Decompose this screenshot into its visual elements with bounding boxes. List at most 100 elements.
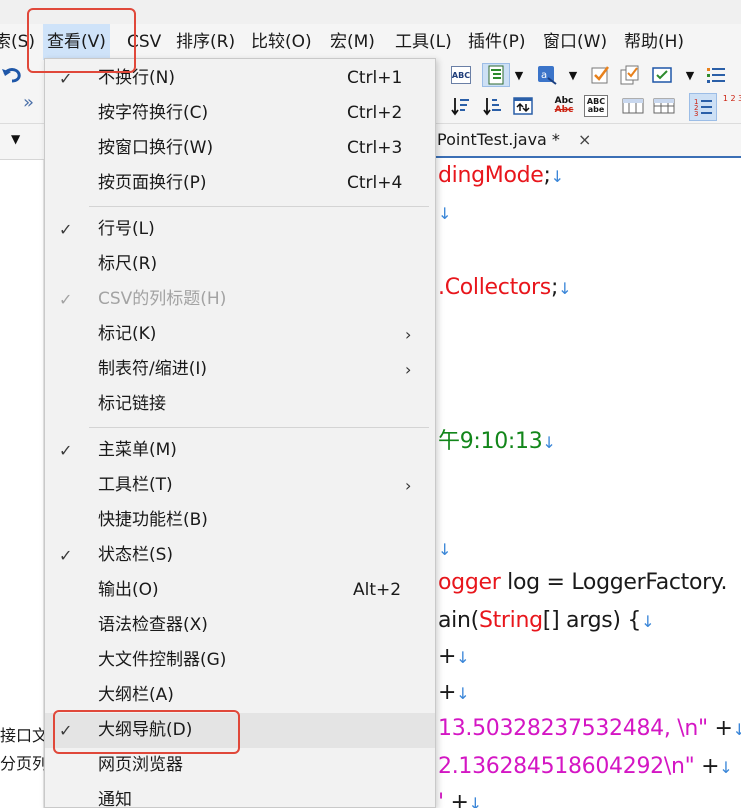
newline-marker-icon: ↓ <box>456 648 470 667</box>
svg-text:3: 3 <box>694 110 698 118</box>
menu-item-ruler[interactable]: 标尺(R) <box>45 247 435 282</box>
left-panel-item-1[interactable]: 接口文 <box>0 722 48 746</box>
menu-item-outline-bar[interactable]: 大纲栏(A) <box>45 678 435 713</box>
check-icon: ✓ <box>59 546 73 565</box>
code-line-14: +↓ <box>438 644 470 669</box>
menu-window[interactable]: 窗口(W) <box>539 24 611 60</box>
menu-item-status-bar[interactable]: ✓ 状态栏(S) <box>45 538 435 573</box>
chevron-down-icon[interactable]: ▼ <box>513 63 525 87</box>
code-line-4: .Collectors;↓ <box>438 275 572 300</box>
menu-item-label: 制表符/缩进(I) <box>98 359 208 379</box>
code-line-1: dingMode;↓ <box>438 163 564 188</box>
menu-item-toolbar[interactable]: 工具栏(T) › <box>45 468 435 503</box>
newline-marker-icon: ↓ <box>468 794 482 808</box>
chevron-down-icon[interactable]: ▼ <box>684 63 696 87</box>
tab-pointtest[interactable]: PointTest.java * <box>436 124 560 156</box>
menu-item-label: 标记(K) <box>98 324 157 344</box>
menu-item-large-file-controller[interactable]: 大文件控制器(G) <box>45 643 435 678</box>
check-icon[interactable] <box>650 63 674 87</box>
menu-item-main-menu[interactable]: ✓ 主菜单(M) <box>45 433 435 468</box>
abc-box: ABC <box>451 66 471 84</box>
code-line-2: ↓ <box>438 200 451 225</box>
menu-tools[interactable]: 工具(L) <box>391 24 456 60</box>
menu-item-tabs-indent[interactable]: 制表符/缩进(I) › <box>45 352 435 387</box>
menu-sort[interactable]: 排序(R) <box>172 24 239 60</box>
newline-marker-icon: ↓ <box>550 167 564 186</box>
menu-separator <box>89 206 429 207</box>
spell-check-icon[interactable]: ABC <box>449 63 473 87</box>
newline-marker-icon: ↓ <box>732 720 741 739</box>
newline-marker-icon: ↓ <box>438 204 452 223</box>
menu-item-syntax-checker[interactable]: 语法检查器(X) <box>45 608 435 643</box>
menu-item-markers[interactable]: 标记(K) › <box>45 317 435 352</box>
chevron-right-icon: › <box>405 476 412 495</box>
sort-desc-icon[interactable] <box>448 94 472 118</box>
menu-item-notifications[interactable]: 通知 <box>45 783 435 808</box>
toolbar-overflow-icon[interactable]: » <box>23 92 34 113</box>
menu-item-marker-links[interactable]: 标记链接 <box>45 387 435 422</box>
outline-icon[interactable] <box>482 63 510 87</box>
menu-item-csv-column-header: ✓ CSV的列标题(H) <box>45 282 435 317</box>
line-numbers-icon[interactable]: 123 <box>689 93 717 121</box>
code-line-15: +↓ <box>438 680 470 705</box>
menu-help[interactable]: 帮助(H) <box>620 24 688 60</box>
sort-desc-2-icon[interactable] <box>480 94 504 118</box>
menu-item-label: 工具栏(T) <box>98 475 173 495</box>
menu-item-quick-bar[interactable]: 快捷功能栏(B) <box>45 503 435 538</box>
newline-marker-icon: ↓ <box>456 684 470 703</box>
menu-item-shortcut: Alt+2 <box>353 580 402 600</box>
check-icon: ✓ <box>59 220 73 239</box>
menu-plugins[interactable]: 插件(P) <box>464 24 530 60</box>
validate-icon[interactable] <box>588 63 612 87</box>
code-editor[interactable]: dingMode;↓ ↓ .Collectors;↓ 午9:10:13↓ ↓ o… <box>436 158 741 808</box>
code-line-16: 13.50328237532484, \n" +↓ <box>438 716 741 741</box>
menu-item-line-numbers[interactable]: ✓ 行号(L) <box>45 212 435 247</box>
ruler-label: 1 2 3 <box>722 94 741 103</box>
menu-item-shortcut: Ctrl+4 <box>347 173 403 193</box>
close-icon[interactable]: × <box>578 124 591 156</box>
word-wrap-abc-icon[interactable]: ABC abe <box>582 92 610 120</box>
newline-marker-icon: ↓ <box>438 540 452 559</box>
code-line-12: ogger log = LoggerFactory. <box>438 570 728 595</box>
menu-item-label: 标记链接 <box>98 394 166 414</box>
ruler-icon[interactable]: 1 2 3 <box>722 94 741 118</box>
menu-item-label: 状态栏(S) <box>98 545 174 565</box>
left-panel: ▼ 接口文 分页列 <box>0 124 48 808</box>
menu-item-label: 语法检查器(X) <box>98 615 208 635</box>
code-line-17: 2.136284518604292\n" +↓ <box>438 754 733 779</box>
newline-marker-icon: ↓ <box>542 433 556 452</box>
abc-abe-box: ABC abe <box>584 95 608 117</box>
chevron-down-icon[interactable]: ▼ <box>567 63 579 87</box>
menu-item-output[interactable]: 输出(O) Alt+2 <box>45 573 435 608</box>
menu-item-label: 按页面换行(P) <box>98 173 207 193</box>
undo-icon[interactable] <box>0 63 24 87</box>
export-icon[interactable] <box>511 94 535 118</box>
menu-macro[interactable]: 宏(M) <box>326 24 379 60</box>
left-panel-item-2[interactable]: 分页列 <box>0 750 48 774</box>
code-line-18: ' +↓ <box>438 790 482 808</box>
font-icon[interactable]: a <box>535 63 559 87</box>
svg-text:a: a <box>541 70 547 81</box>
copy-icon[interactable] <box>618 63 642 87</box>
menu-item-label: CSV的列标题(H) <box>98 289 227 309</box>
menu-item-label: 按窗口换行(W) <box>98 138 214 158</box>
menu-compare[interactable]: 比较(O) <box>247 24 316 60</box>
menu-item-wrap-by-page[interactable]: 按页面换行(P) Ctrl+4 <box>45 166 435 201</box>
editor-tabs: PointTest.java * × <box>436 124 741 158</box>
check-icon: ✓ <box>59 290 73 309</box>
check-icon: ✓ <box>59 441 73 460</box>
newline-marker-icon: ↓ <box>719 758 733 777</box>
list-icon[interactable] <box>704 63 728 87</box>
menu-item-shortcut: Ctrl+3 <box>347 138 403 158</box>
menu-item-label: 行号(L) <box>98 219 155 239</box>
column-icon[interactable] <box>621 94 645 118</box>
compare-abc-icon[interactable]: Abc Abc <box>550 92 578 120</box>
menu-separator <box>89 427 429 428</box>
grid-icon[interactable] <box>652 94 676 118</box>
code-line-11: ↓ <box>438 536 451 561</box>
chevron-down-icon[interactable]: ▼ <box>11 132 20 146</box>
menu-item-wrap-by-window[interactable]: 按窗口换行(W) Ctrl+3 <box>45 131 435 166</box>
menu-item-wrap-by-char[interactable]: 按字符换行(C) Ctrl+2 <box>45 96 435 131</box>
menu-item-shortcut: Ctrl+2 <box>347 103 403 123</box>
menu-item-label: 输出(O) <box>98 580 159 600</box>
